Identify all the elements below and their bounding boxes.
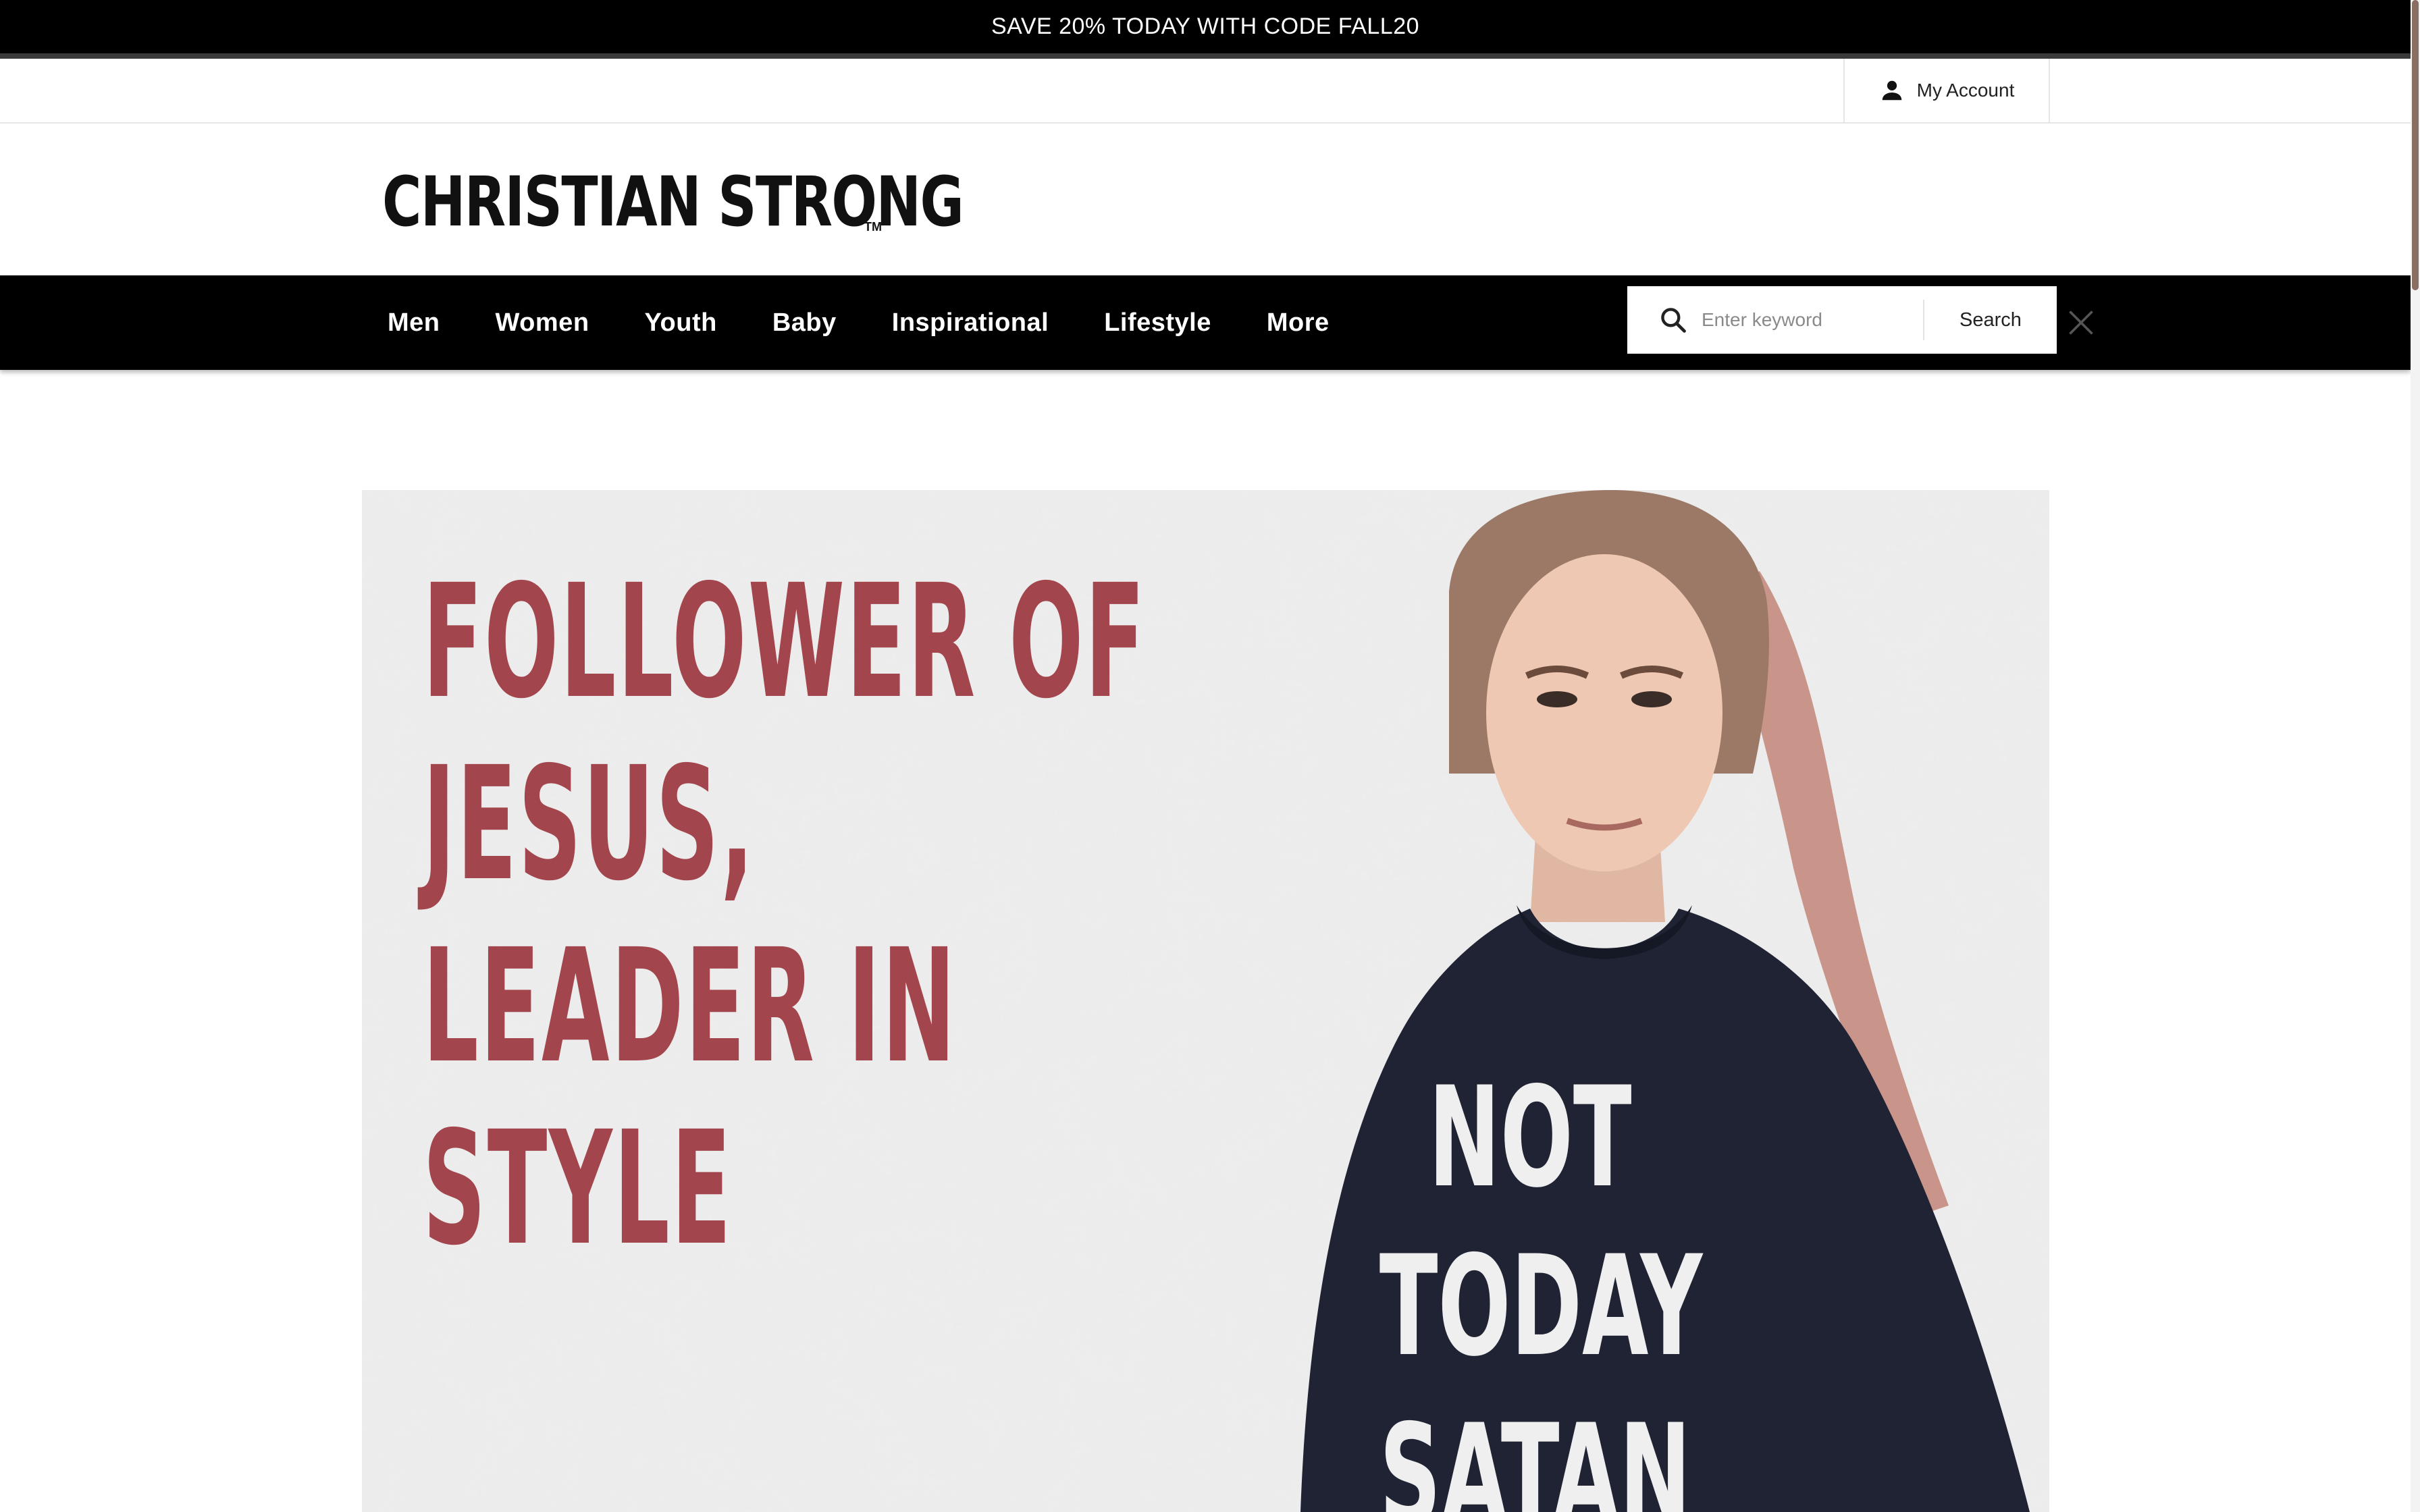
close-icon[interactable] bbox=[2066, 308, 2096, 338]
main-nav: Men Women Youth Baby Inspirational Lifes… bbox=[0, 275, 2411, 370]
nav-item-women[interactable]: Women bbox=[496, 308, 589, 338]
nav-item-baby[interactable]: Baby bbox=[772, 308, 837, 338]
search-input[interactable] bbox=[1700, 300, 1923, 340]
utility-bar: My Account bbox=[0, 59, 2411, 124]
search-box: Search bbox=[1627, 286, 2057, 354]
promo-bar: SAVE 20% TODAY WITH CODE FALL20 bbox=[0, 0, 2411, 59]
hero-headline-line: STYLE bbox=[423, 1098, 733, 1280]
shirt-print-line: NOT bbox=[1428, 1058, 1632, 1218]
my-account-label: My Account bbox=[1916, 80, 2015, 101]
brand-logo[interactable]: CHRISTIAN STRONG TM bbox=[382, 156, 1127, 237]
hero-headline: FOLLOWER OF JESUS, LEADER IN STYLE bbox=[423, 551, 1147, 1280]
shirt-print: NOT TODAY SATAN bbox=[1379, 1054, 1703, 1512]
user-icon bbox=[1882, 80, 1901, 101]
nav-item-youth[interactable]: Youth bbox=[645, 308, 717, 338]
my-account-link[interactable]: My Account bbox=[1843, 59, 2050, 122]
nav-item-inspirational[interactable]: Inspirational bbox=[892, 308, 1049, 338]
scrollbar-thumb[interactable] bbox=[2412, 0, 2419, 290]
search-icon[interactable] bbox=[1658, 305, 1688, 335]
nav-item-more[interactable]: More bbox=[1267, 308, 1330, 338]
logo-trademark: TM bbox=[864, 220, 882, 234]
nav-item-men[interactable]: Men bbox=[388, 308, 440, 338]
hero-banner[interactable]: FOLLOWER OF JESUS, LEADER IN STYLE NOT T… bbox=[362, 490, 2049, 1512]
site-header: CHRISTIAN STRONG TM bbox=[0, 124, 2411, 275]
hero-headline-line: FOLLOWER OF bbox=[423, 551, 1147, 733]
hero-headline-line: LEADER IN bbox=[423, 915, 957, 1098]
shirt-print-line: TODAY bbox=[1379, 1226, 1703, 1387]
nav-items: Men Women Youth Baby Inspirational Lifes… bbox=[388, 275, 1385, 370]
search-button[interactable]: Search bbox=[1924, 286, 2057, 354]
shirt-print-line: SATAN bbox=[1379, 1395, 1691, 1512]
hero-headline-line: JESUS, bbox=[423, 733, 756, 915]
page-scrollbar[interactable] bbox=[2411, 0, 2420, 1512]
promo-text: SAVE 20% TODAY WITH CODE FALL20 bbox=[991, 14, 1420, 39]
nav-item-lifestyle[interactable]: Lifestyle bbox=[1104, 308, 1211, 338]
